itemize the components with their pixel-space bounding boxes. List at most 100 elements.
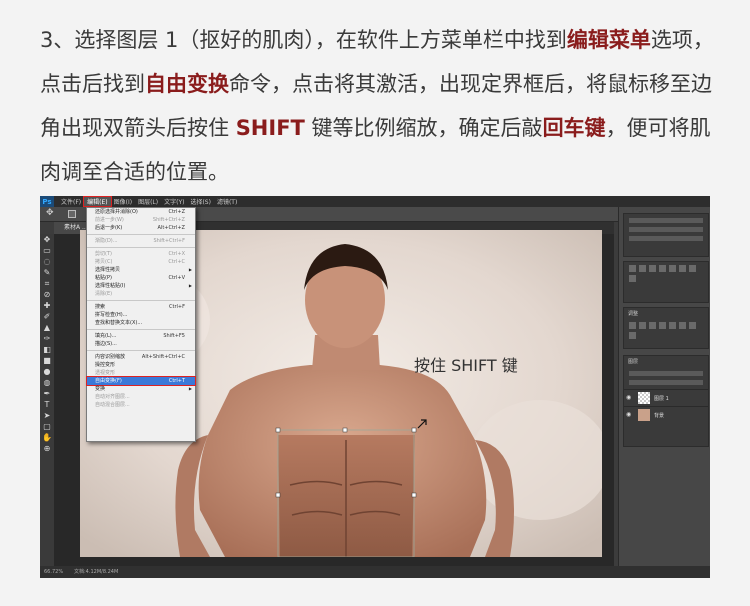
shape-icon[interactable]: ▢ bbox=[40, 421, 54, 432]
eraser-icon[interactable]: ◧ bbox=[40, 344, 54, 355]
menu-image[interactable]: 图像(I) bbox=[111, 197, 135, 206]
path-select-icon[interactable]: ➤ bbox=[40, 410, 54, 421]
move-icon[interactable]: ✥ bbox=[40, 234, 54, 245]
menu-item-label: 选择性粘贴(I) bbox=[95, 283, 126, 289]
edit-menu-item[interactable]: 粘贴(P) Ctrl+V bbox=[87, 274, 195, 282]
layer-list: ◉ 图层 1 ◉ 背景 bbox=[624, 389, 708, 423]
layer-name: 图层 1 bbox=[654, 396, 669, 402]
edit-menu-item[interactable]: 选择性拷贝 bbox=[87, 266, 195, 274]
edit-menu-item[interactable]: 操控变形 bbox=[87, 361, 195, 369]
menu-separator bbox=[87, 329, 195, 330]
status-bar: 66.72% 文档:4.12M/8.24M bbox=[40, 566, 710, 578]
menu-item-shortcut: Shift+Ctrl+Z bbox=[152, 217, 185, 223]
menu-item-label: 填充(L)... bbox=[95, 333, 117, 339]
highlight-free-transform: 自由变换 bbox=[145, 72, 229, 96]
quick-select-icon[interactable]: ✎ bbox=[40, 267, 54, 278]
edit-menu-item[interactable]: 后退一步(K) Alt+Ctrl+Z bbox=[87, 224, 195, 232]
instruction-text: 3、选择图层 1（抠好的肌肉），在软件上方菜单栏中找到编辑菜单选项，点击后找到自… bbox=[40, 18, 720, 194]
menu-item-shortcut: Ctrl+X bbox=[168, 251, 185, 257]
brush-icon[interactable]: ✐ bbox=[40, 311, 54, 322]
edit-menu-item[interactable]: 填充(L)... Shift+F5 bbox=[87, 332, 195, 340]
eyedropper-icon[interactable]: ⊘ bbox=[40, 289, 54, 300]
auto-select-checkbox[interactable] bbox=[68, 210, 76, 218]
marquee-icon[interactable]: ▭ bbox=[40, 245, 54, 256]
edit-menu-item[interactable]: 清除(E) bbox=[87, 290, 195, 298]
menu-item-shortcut: Shift+F5 bbox=[163, 333, 185, 339]
menu-item-label: 选择性拷贝 bbox=[95, 267, 121, 273]
shift-annotation: 按住 SHIFT 键 bbox=[414, 356, 518, 375]
edit-menu-item[interactable]: 透视变形 bbox=[87, 369, 195, 377]
edit-menu-item[interactable]: 拼写检查(H)... bbox=[87, 311, 195, 319]
menu-item-shortcut: Ctrl+C bbox=[168, 259, 185, 265]
menu-filter[interactable]: 滤镜(T) bbox=[214, 197, 240, 206]
layers-tab[interactable]: 图层 bbox=[624, 356, 708, 367]
edit-menu-item[interactable]: 自动混合图层... bbox=[87, 401, 195, 409]
menu-item-free-transform[interactable]: 自由变换(F) Ctrl+T bbox=[86, 376, 196, 386]
menu-bar: Ps 文件(F) 编辑(E) 图像(I) 图层(L) 文字(Y) 选择(S) 滤… bbox=[40, 196, 710, 207]
menu-file[interactable]: 文件(F) bbox=[58, 197, 84, 206]
zoom-icon[interactable]: ⊕ bbox=[40, 443, 54, 454]
adjustments-title: 调整 bbox=[628, 311, 639, 317]
menu-item-shortcut: Ctrl+F bbox=[169, 304, 185, 310]
ps-logo-icon: Ps bbox=[40, 196, 54, 207]
menu-select[interactable]: 选择(S) bbox=[187, 197, 214, 206]
hand-icon[interactable]: ✋ bbox=[40, 432, 54, 443]
eye-icon[interactable]: ◉ bbox=[626, 411, 631, 418]
type-icon[interactable]: T bbox=[40, 399, 54, 410]
edit-menu-item[interactable]: 前进一步(W) Shift+Ctrl+Z bbox=[87, 216, 195, 224]
edit-menu-item[interactable]: 变换 bbox=[87, 385, 195, 393]
edit-menu-item[interactable]: 渐隐(D)... Shift+Ctrl+F bbox=[87, 237, 195, 245]
menu-item-label: 粘贴(P) bbox=[95, 275, 112, 281]
menu-item-label: 还原选择并消除(O) bbox=[95, 209, 138, 215]
menu-separator bbox=[87, 247, 195, 248]
edit-menu-item[interactable]: 自动对齐图层... bbox=[87, 393, 195, 401]
dodge-icon[interactable]: ◍ bbox=[40, 377, 54, 388]
menu-item-label: 操控变形 bbox=[95, 362, 116, 368]
right-panels: 调整 图层 ◉ 图层 1 ◉ 背景 bbox=[618, 207, 710, 566]
crop-icon[interactable]: ⌗ bbox=[40, 278, 54, 289]
menu-item-label: 搜索 bbox=[95, 304, 106, 310]
layer-thumbnail bbox=[638, 409, 650, 421]
menu-item-label: 剪切(T) bbox=[95, 251, 112, 257]
highlight-shift: SHIFT bbox=[235, 116, 305, 140]
edit-menu-item[interactable]: 选择性粘贴(I) bbox=[87, 282, 195, 290]
edit-menu-item[interactable]: 拷贝(C) Ctrl+C bbox=[87, 258, 195, 266]
eye-icon[interactable]: ◉ bbox=[626, 394, 631, 401]
layers-panel: 图层 ◉ 图层 1 ◉ 背景 bbox=[623, 355, 709, 447]
menu-item-label: 前进一步(W) bbox=[95, 217, 124, 223]
properties-panel bbox=[623, 213, 709, 257]
menu-item-label: 透视变形 bbox=[95, 370, 116, 376]
instruction-part: 键等比例缩放，确定后敲 bbox=[304, 116, 543, 140]
healing-icon[interactable]: ✚ bbox=[40, 300, 54, 311]
menu-item-label: 内容识别缩放 bbox=[95, 354, 126, 360]
menu-edit[interactable]: 编辑(E) bbox=[83, 196, 112, 207]
edit-menu-item[interactable]: 还原选择并消除(O) Ctrl+Z bbox=[87, 208, 195, 216]
menu-layer[interactable]: 图层(L) bbox=[135, 197, 161, 206]
document-size: 文档:4.12M/8.24M bbox=[74, 569, 119, 575]
lasso-icon[interactable]: ◌ bbox=[40, 256, 54, 267]
stamp-icon[interactable]: ▲ bbox=[40, 322, 54, 333]
menu-item-shortcut: Alt+Shift+Ctrl+C bbox=[141, 354, 185, 360]
gradient-icon[interactable]: ■ bbox=[40, 355, 54, 366]
edit-dropdown-menu: 还原选择并消除(O) Ctrl+Z 前进一步(W) Shift+Ctrl+Z 后退一步(… bbox=[86, 207, 196, 442]
pen-icon[interactable]: ✒ bbox=[40, 388, 54, 399]
menu-type[interactable]: 文字(Y) bbox=[161, 197, 187, 206]
menu-separator bbox=[87, 350, 195, 351]
move-tool-icon[interactable]: ✥ bbox=[46, 208, 54, 218]
layer-row[interactable]: ◉ 图层 1 bbox=[624, 389, 708, 406]
menu-item-label: 查找和替换文本(X)... bbox=[95, 320, 143, 326]
history-brush-icon[interactable]: ✑ bbox=[40, 333, 54, 344]
instruction-part: 3、选择图层 1（抠好的肌肉），在软件上方菜单栏中找到 bbox=[40, 28, 567, 52]
edit-menu-item[interactable]: 描边(S)... bbox=[87, 340, 195, 348]
edit-menu-item[interactable]: 搜索 Ctrl+F bbox=[87, 303, 195, 311]
edit-menu-item[interactable]: 剪切(T) Ctrl+X bbox=[87, 250, 195, 258]
menu-item-label: 拼写检查(H)... bbox=[95, 312, 128, 318]
edit-menu-item[interactable]: 查找和替换文本(X)... bbox=[87, 319, 195, 327]
layer-row[interactable]: ◉ 背景 bbox=[624, 406, 708, 423]
photoshop-screenshot: Ps 文件(F) 编辑(E) 图像(I) 图层(L) 文字(Y) 选择(S) 滤… bbox=[40, 196, 710, 578]
blur-icon[interactable]: ● bbox=[40, 366, 54, 377]
edit-menu-item[interactable]: 内容识别缩放 Alt+Shift+Ctrl+C bbox=[87, 353, 195, 361]
layer-name: 背景 bbox=[654, 413, 665, 419]
menu-item-label: 自由变换(F) bbox=[95, 378, 122, 384]
menu-item-shortcut: Ctrl+T bbox=[168, 378, 185, 384]
